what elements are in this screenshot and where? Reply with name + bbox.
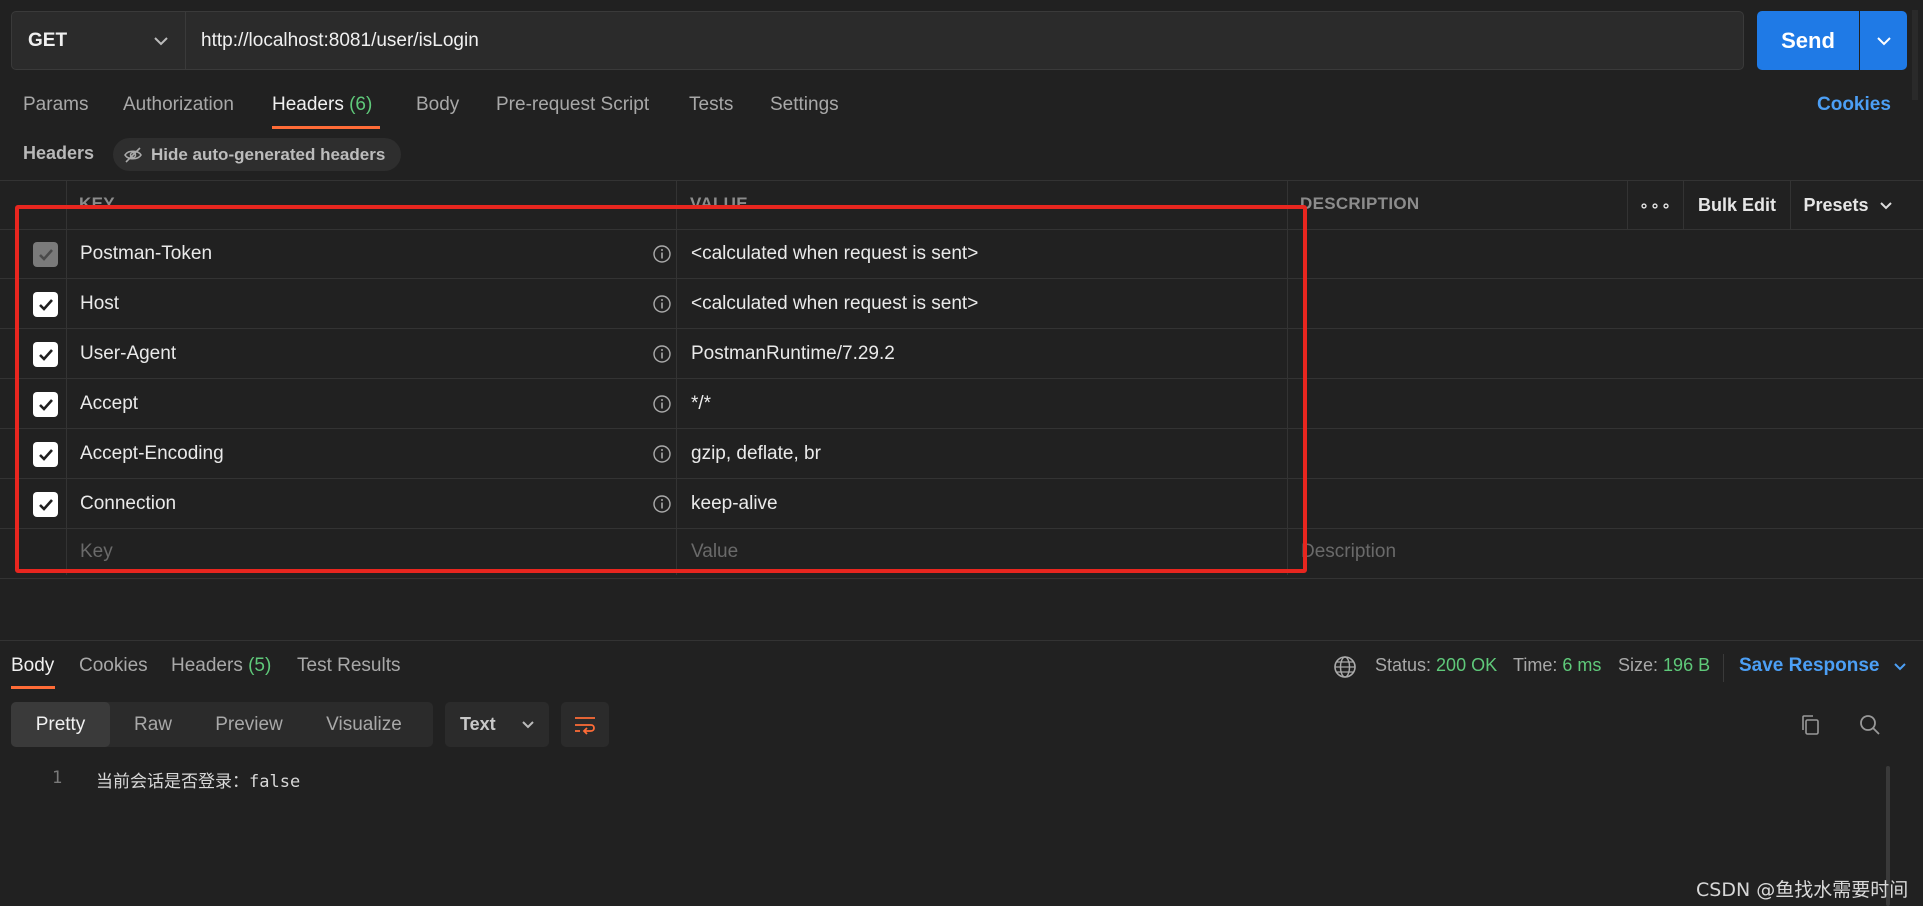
response-tab-test-results[interactable]: Test Results	[297, 655, 400, 677]
line-number: 1	[52, 768, 63, 788]
chevron-down-icon	[1894, 663, 1906, 671]
send-options-button[interactable]	[1860, 11, 1907, 70]
response-size: Size: 196 B	[1618, 655, 1710, 676]
url-input[interactable]: http://localhost:8081/user/isLogin	[185, 11, 1744, 70]
status-value: 200 OK	[1436, 655, 1498, 675]
tab-tests[interactable]: Tests	[689, 94, 733, 116]
method-select[interactable]: GET	[11, 11, 185, 70]
hide-auto-headers-button[interactable]: Hide auto-generated headers	[113, 138, 402, 171]
chevron-down-icon	[1879, 202, 1892, 210]
response-tab-body[interactable]: Body	[11, 655, 54, 677]
chevron-down-icon	[1876, 36, 1891, 45]
status: Status: 200 OK	[1375, 655, 1497, 676]
wrap-lines-button[interactable]	[561, 702, 609, 747]
url-text: http://localhost:8081/user/isLogin	[201, 29, 479, 51]
highlight-box	[15, 205, 1307, 573]
tab-authorization[interactable]: Authorization	[123, 94, 234, 116]
save-response-label: Save Response	[1739, 655, 1880, 676]
tab-headers[interactable]: Headers (6)	[272, 94, 372, 116]
view-mode-visualize[interactable]: Visualize	[302, 702, 426, 747]
tab-headers-label: Headers	[272, 94, 344, 115]
eye-off-icon	[124, 146, 142, 163]
tab-headers-count: (6)	[349, 94, 373, 115]
size-value: 196 B	[1663, 655, 1711, 675]
response-divider	[0, 640, 1923, 641]
search-icon[interactable]	[1858, 713, 1882, 737]
bulk-edit-button[interactable]: Bulk Edit	[1683, 181, 1790, 230]
tab-body[interactable]: Body	[416, 94, 459, 116]
send-button[interactable]: Send	[1757, 11, 1859, 70]
response-tab-headers[interactable]: Headers (5)	[171, 655, 271, 677]
format-select-value: Text	[460, 714, 496, 734]
response-tab-headers-count: (5)	[248, 655, 272, 676]
more-options-button[interactable]: ∘∘∘	[1627, 181, 1683, 230]
presets-dropdown[interactable]: Presets	[1790, 181, 1905, 230]
status-label: Status:	[1375, 655, 1432, 675]
right-edge-bar	[1912, 10, 1918, 100]
copy-icon[interactable]	[1798, 713, 1822, 737]
tab-settings[interactable]: Settings	[770, 94, 839, 116]
response-tab-cookies[interactable]: Cookies	[79, 655, 148, 677]
new-description-input[interactable]: Description	[1301, 541, 1396, 563]
column-description: DESCRIPTION	[1300, 194, 1420, 213]
wrap-lines-icon	[575, 716, 595, 735]
format-select[interactable]: Text	[445, 702, 549, 747]
active-tab-indicator	[11, 686, 55, 689]
view-mode-preview[interactable]: Preview	[196, 702, 302, 747]
chevron-down-icon	[522, 721, 534, 729]
save-response-button[interactable]: Save Response	[1739, 655, 1907, 677]
method-label: GET	[28, 29, 68, 51]
tab-pre-request-script[interactable]: Pre-request Script	[496, 94, 649, 116]
size-label: Size:	[1618, 655, 1659, 675]
chevron-down-icon	[154, 36, 168, 45]
view-mode-raw[interactable]: Raw	[110, 702, 196, 747]
globe-icon[interactable]	[1333, 655, 1357, 679]
response-time: Time: 6 ms	[1513, 655, 1601, 676]
view-mode-selector: Pretty Raw Preview Visualize	[11, 702, 433, 747]
time-value: 6 ms	[1562, 655, 1602, 675]
presets-label: Presets	[1803, 195, 1869, 215]
view-mode-pretty[interactable]: Pretty	[11, 702, 110, 747]
response-tab-headers-label: Headers	[171, 655, 243, 676]
hide-auto-headers-label: Hide auto-generated headers	[151, 144, 386, 164]
watermark: CSDN @鱼找水需要时间	[1696, 879, 1909, 901]
cookies-link[interactable]: Cookies	[1817, 94, 1891, 116]
tab-params[interactable]: Params	[23, 94, 88, 116]
response-body-line: 当前会话是否登录：false	[96, 772, 301, 792]
divider	[1723, 654, 1724, 682]
active-tab-indicator	[272, 126, 380, 129]
time-label: Time:	[1513, 655, 1558, 675]
headers-section-title: Headers	[23, 143, 95, 163]
